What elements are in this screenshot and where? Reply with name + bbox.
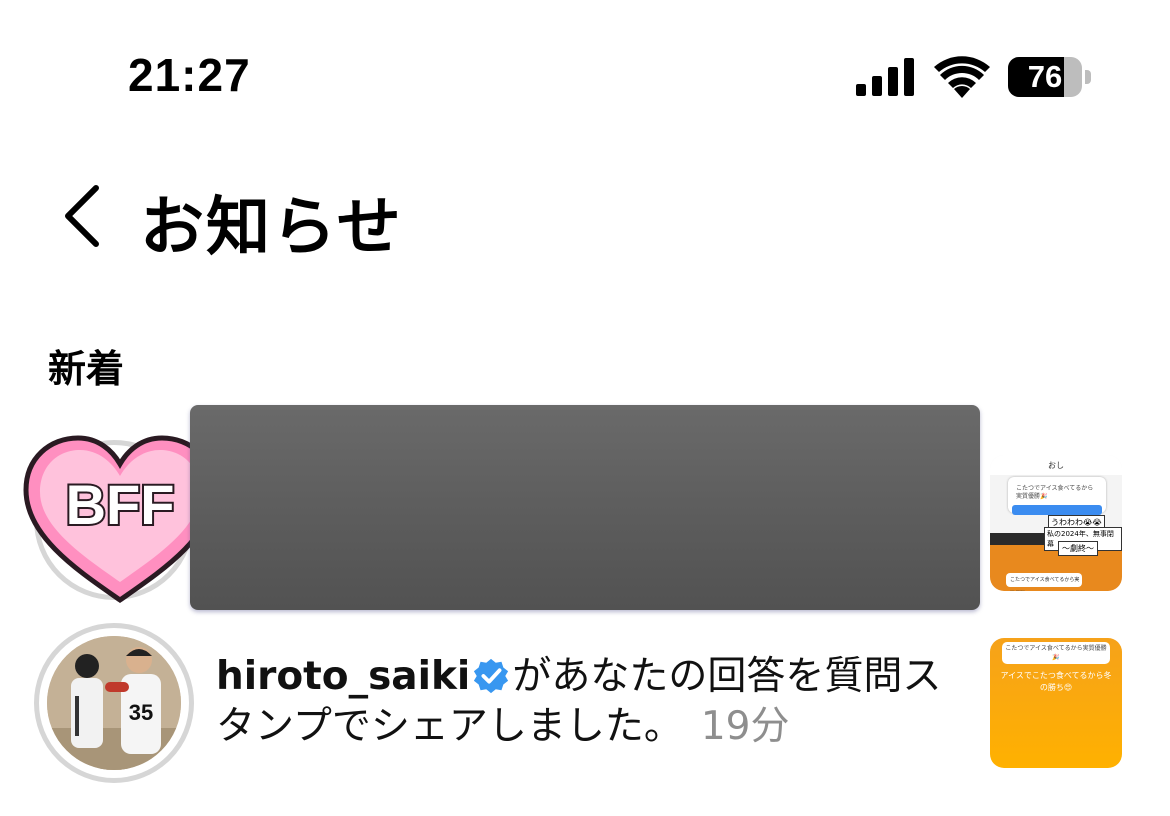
story-thumbnail[interactable]: こたつでアイス食べてるから実質優勝🎉 アイスでこたつ食べてるから冬の勝ち😍 xyxy=(990,638,1122,768)
verified-badge-icon xyxy=(474,658,509,694)
notification-text: hiroto_saiki があなたの回答を質問スタンプでシェアしました。 19分 xyxy=(216,652,956,752)
page-title: お知らせ xyxy=(140,191,403,265)
battery-cap xyxy=(1085,70,1091,84)
thumbnail-card-text: こたつでアイス食べてるから実質優勝🎉 xyxy=(1016,485,1094,500)
baseball-players-image: 35 xyxy=(47,636,181,770)
notification-time: 19分 xyxy=(700,704,790,749)
thumbnail-header: おし xyxy=(990,455,1122,475)
battery-icon: 76 xyxy=(1008,57,1082,97)
thumbnail-card-text: こたつでアイス食べてるから実質優勝🎉 xyxy=(1002,642,1110,664)
battery-indicator: 76 xyxy=(1008,57,1092,97)
avatar-photo: 35 xyxy=(47,636,181,770)
chevron-left-icon[interactable] xyxy=(58,180,108,252)
wifi-icon xyxy=(934,56,990,98)
thumbnail-blue-bar xyxy=(1012,505,1102,515)
cellular-signal-icon xyxy=(856,58,914,96)
svg-text:35: 35 xyxy=(129,700,153,725)
avatar[interactable]: 35 xyxy=(34,623,194,783)
thumbnail-bubble: こたつでアイス食べてるから実質優勝 xyxy=(1006,573,1082,587)
thumbnail-text: アイスでこたつ食べてるから冬の勝ち😍 xyxy=(1000,671,1112,692)
thumbnail-stamp: 〜劇終〜 xyxy=(1058,541,1098,556)
battery-level: 76 xyxy=(1027,59,1063,94)
username[interactable]: hiroto_saiki xyxy=(216,654,470,699)
section-title-new: 新着 xyxy=(48,347,125,391)
status-time: 21:27 xyxy=(128,49,251,101)
bff-badge-text: BFF xyxy=(66,473,175,536)
redacted-notification-content xyxy=(190,405,980,610)
story-thumbnail[interactable]: おし こたつでアイス食べてるから実質優勝🎉 うわわわ😭😭 私の2024年、無事閉… xyxy=(990,455,1122,591)
